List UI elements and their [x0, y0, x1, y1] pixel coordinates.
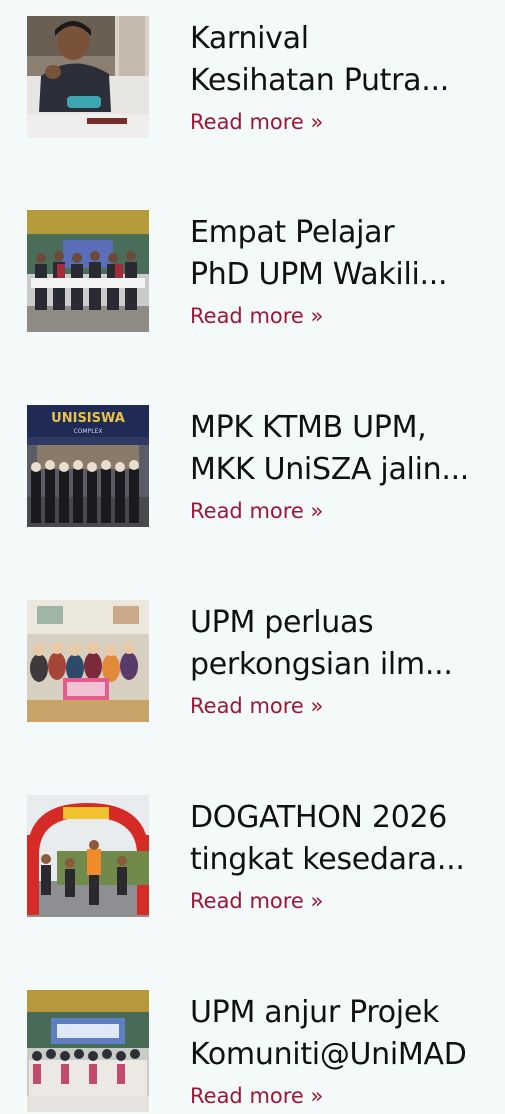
read-more-link[interactable]: Read more »: [190, 108, 323, 136]
news-list: Karnival Kesihatan Putra... Read more »: [0, 0, 505, 1114]
read-more-link[interactable]: Read more »: [190, 1082, 323, 1110]
unisiswa-complex-group-photo: UNISISWA COMPLEX: [27, 405, 149, 527]
news-item: UNISISWA COMPLEX MPK KTMB UPM, MKK UniSZ…: [0, 405, 505, 527]
news-item: UPM perluas perkongsian ilm... Read more…: [0, 600, 505, 722]
news-thumbnail[interactable]: [27, 600, 149, 722]
news-item: DOGATHON 2026 tingkat kesedara... Read m…: [0, 795, 505, 917]
news-item: UPM anjur Projek Komuniti@UniMAD Read mo…: [0, 990, 505, 1112]
news-item: Karnival Kesihatan Putra... Read more »: [0, 16, 505, 138]
news-thumbnail[interactable]: [27, 990, 149, 1112]
news-thumbnail[interactable]: [27, 16, 149, 138]
news-thumbnail[interactable]: [27, 210, 149, 332]
read-more-link[interactable]: Read more »: [190, 497, 323, 525]
news-title[interactable]: UPM perluas perkongsian ilm...: [190, 602, 505, 686]
group-holding-banners-photo: [27, 210, 149, 332]
sign-subtext: COMPLEX: [74, 428, 103, 435]
sign-text: UNISISWA: [51, 411, 125, 426]
news-title[interactable]: UPM anjur Projek Komuniti@UniMAD: [190, 992, 505, 1076]
person-donating-blood-photo: [27, 16, 149, 138]
read-more-link[interactable]: Read more »: [190, 302, 323, 330]
read-more-link[interactable]: Read more »: [190, 887, 323, 915]
news-thumbnail[interactable]: UNISISWA COMPLEX: [27, 405, 149, 527]
news-item: Empat Pelajar PhD UPM Wakili... Read mor…: [0, 210, 505, 332]
read-more-link[interactable]: Read more »: [190, 692, 323, 720]
news-title[interactable]: Empat Pelajar PhD UPM Wakili...: [190, 212, 505, 296]
news-thumbnail[interactable]: [27, 795, 149, 917]
news-title[interactable]: Karnival Kesihatan Putra...: [190, 18, 505, 102]
news-title[interactable]: DOGATHON 2026 tingkat kesedara...: [190, 797, 505, 881]
group-on-stage-photo: [27, 990, 149, 1112]
news-title[interactable]: MPK KTMB UPM, MKK UniSZA jalin...: [190, 407, 505, 491]
runners-under-arch-photo: [27, 795, 149, 917]
seated-group-photo: [27, 600, 149, 722]
